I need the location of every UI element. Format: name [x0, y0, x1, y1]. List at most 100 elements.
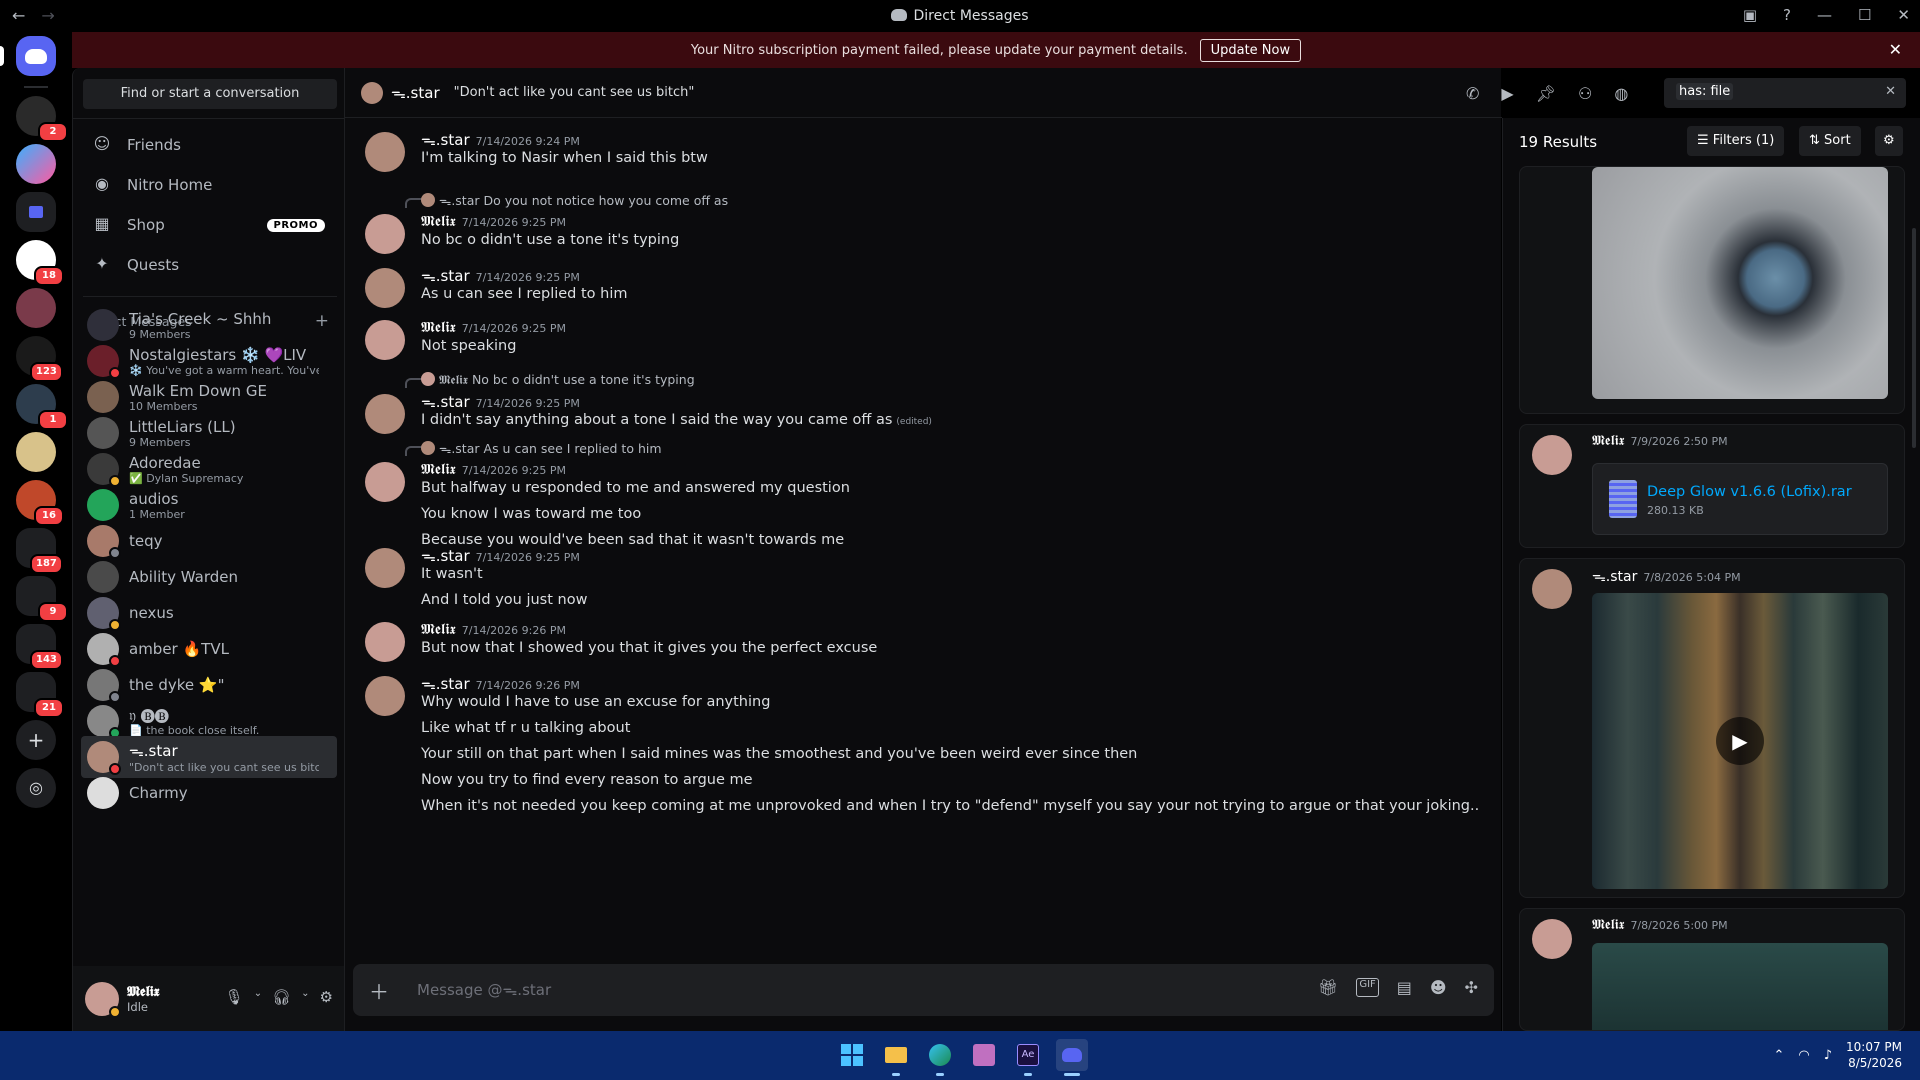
add-friends-to-dm-icon[interactable]: ⚇ [1578, 84, 1592, 103]
file-attachment[interactable]: Deep Glow v1.6.6 (Lofix).rar 280.13 KB [1592, 463, 1888, 535]
message-author[interactable]: 𝕸𝖊𝖑𝖎𝖝 [421, 460, 456, 478]
message-text: As u can see I replied to him [421, 286, 628, 302]
play-icon[interactable]: ▶ [1716, 717, 1764, 765]
update-now-button[interactable]: Update Now [1199, 38, 1302, 62]
avatar[interactable] [85, 981, 121, 1018]
gif-icon[interactable]: GIF [1356, 978, 1379, 997]
dm-subtext: ✅ Dylan Supremacy [129, 471, 244, 485]
message-author[interactable]: ᯓ.star [421, 393, 470, 411]
result-timestamp: 7/8/2026 5:00 PM [1630, 919, 1728, 932]
discord-app-icon[interactable] [1056, 1039, 1088, 1076]
message-author[interactable]: 𝕸𝖊𝖑𝖎𝖝 [421, 620, 456, 638]
search-result[interactable]: ᯓ.star 7/8/2026 5:04 PM ▶ [1519, 558, 1905, 898]
volume-icon[interactable]: ♪ [1824, 1048, 1832, 1063]
avatar [361, 81, 383, 104]
clock[interactable]: 10:07 PM 8/5/2026 [1846, 1039, 1902, 1071]
gift-icon[interactable]: 🎁︎ [1318, 978, 1338, 997]
file-name-link[interactable]: Deep Glow v1.6.6 (Lofix).rar [1647, 484, 1852, 500]
avatar[interactable] [365, 320, 405, 360]
server-icon[interactable] [16, 144, 56, 184]
inbox-icon[interactable]: ▣ [1743, 6, 1757, 24]
reply-reference[interactable]: 𝕸𝖊𝖑𝖎𝖝 No bc o didn't use a tone it's typi… [421, 372, 695, 388]
add-attachment-icon[interactable]: ＋ [369, 976, 389, 1005]
chevron-down-icon[interactable]: ⌄ [254, 988, 262, 1006]
results-scrollbar[interactable] [1912, 228, 1916, 448]
find-conversation-button[interactable]: Find or start a conversation [83, 79, 337, 109]
avatar[interactable] [365, 214, 405, 254]
message-line: As u can see I replied to him [421, 286, 628, 302]
apps-icon[interactable]: ✣ [1465, 978, 1478, 997]
avatar [421, 193, 435, 207]
avatar [87, 381, 119, 413]
windows-start-icon[interactable] [836, 1039, 868, 1071]
maximize-button[interactable]: ☐ [1858, 6, 1871, 24]
message-composer[interactable]: ＋ Message @ᯓ.star 🎁︎ GIF ▤ ☻ ✣ [353, 964, 1494, 1016]
help-icon[interactable]: ? [1783, 6, 1791, 24]
close-window-button[interactable]: ✕ [1897, 6, 1910, 24]
avatar[interactable] [365, 548, 405, 588]
search-input[interactable]: has: file ✕ [1664, 78, 1906, 108]
filters-button[interactable]: ☰ Filters (1) [1687, 126, 1785, 156]
avatar[interactable] [365, 394, 405, 434]
message-input[interactable]: Message @ᯓ.star [417, 980, 551, 1000]
server-icon[interactable] [16, 432, 56, 472]
video-call-icon[interactable]: ▶ [1501, 84, 1513, 103]
sort-button[interactable]: ⇅ Sort [1799, 126, 1861, 156]
dm-item[interactable]: Charmy [81, 772, 337, 814]
message-list: ᯓ.star 7/14/2026 9:24 PM I'm talking to Na… [345, 120, 1502, 950]
search-result[interactable]: 𝕸𝖊𝖑𝖎𝖝 7/9/2026 2:50 PM Deep Glow v1.6.6 (… [1519, 424, 1905, 548]
microphone-icon[interactable]: 🎙︎ [225, 988, 244, 1006]
message-header: ᯓ.star 7/14/2026 9:24 PM [421, 130, 580, 150]
reply-reference[interactable]: ᯓ.star As u can see I replied to him [421, 440, 662, 457]
eye-image-attachment[interactable] [1592, 167, 1888, 399]
avatar[interactable] [365, 462, 405, 502]
direct-messages-home-button[interactable] [16, 36, 56, 76]
avatar[interactable] [365, 132, 405, 172]
image-attachment[interactable] [1592, 943, 1888, 1030]
discover-icon[interactable]: ◎ [16, 768, 56, 808]
paint-app-icon[interactable] [968, 1039, 1000, 1071]
voice-call-icon[interactable]: ✆ [1466, 84, 1479, 103]
search-result[interactable] [1519, 166, 1905, 414]
message-author[interactable]: ᯓ.star [421, 547, 470, 565]
nav-nitro-home[interactable]: ◉ Nitro Home [81, 166, 337, 204]
nav-shop[interactable]: ▦ Shop PROMO [81, 206, 337, 244]
window-controls: ▣ ? — ☐ ✕ [1743, 6, 1910, 24]
chevron-down-icon[interactable]: ⌄ [301, 988, 309, 1006]
search-result[interactable]: 𝕸𝖊𝖑𝖎𝖝 7/8/2026 5:00 PM [1519, 908, 1905, 1031]
message-author[interactable]: 𝕸𝖊𝖑𝖎𝖝 [421, 318, 456, 336]
nav-friends[interactable]: ☺ Friends [81, 126, 337, 164]
server-folder[interactable] [16, 192, 56, 232]
add-server-icon[interactable]: + [16, 720, 56, 760]
gear-icon[interactable]: ⚙ [320, 988, 333, 1006]
gear-icon[interactable]: ⚙ [1875, 126, 1903, 156]
clear-search-icon[interactable]: ✕ [1885, 84, 1896, 99]
file-explorer-icon[interactable] [880, 1039, 912, 1076]
message-author[interactable]: ᯓ.star [421, 131, 470, 149]
reply-reference[interactable]: ᯓ.star Do you not notice how you come off… [421, 192, 728, 209]
dm-name: Adoredae [129, 453, 201, 472]
avatar[interactable] [365, 268, 405, 308]
message-author[interactable]: ᯓ.star [421, 675, 470, 693]
user-profile-icon[interactable]: ◍ [1614, 84, 1628, 103]
close-icon[interactable]: ✕ [1889, 40, 1902, 59]
video-attachment[interactable]: ▶ [1592, 593, 1888, 889]
system-tray: ⌃ ◠ ♪ 10:07 PM 8/5/2026 [1773, 1039, 1902, 1071]
emoji-icon[interactable]: ☻ [1430, 978, 1447, 997]
server-icon[interactable] [16, 288, 56, 328]
minimize-button[interactable]: — [1817, 6, 1832, 24]
chevron-up-icon[interactable]: ⌃ [1773, 1048, 1784, 1063]
after-effects-icon[interactable]: Ae [1012, 1039, 1044, 1076]
message-text: Why would I have to use an excuse for an… [421, 694, 771, 710]
avatar[interactable] [365, 676, 405, 716]
avatar[interactable] [365, 622, 405, 662]
message-author[interactable]: ᯓ.star [421, 267, 470, 285]
sticker-icon[interactable]: ▤ [1397, 978, 1412, 997]
edge-browser-icon[interactable] [924, 1039, 956, 1076]
pin-icon[interactable]: 📌︎ [1536, 84, 1556, 103]
nav-quests[interactable]: ✦ Quests [81, 246, 337, 284]
message-header: ᯓ.star 7/14/2026 9:25 PM [421, 392, 580, 412]
headphones-icon[interactable]: 🎧︎ [272, 988, 291, 1006]
message-author[interactable]: 𝕸𝖊𝖑𝖎𝖝 [421, 212, 456, 230]
wifi-icon[interactable]: ◠ [1798, 1048, 1809, 1063]
